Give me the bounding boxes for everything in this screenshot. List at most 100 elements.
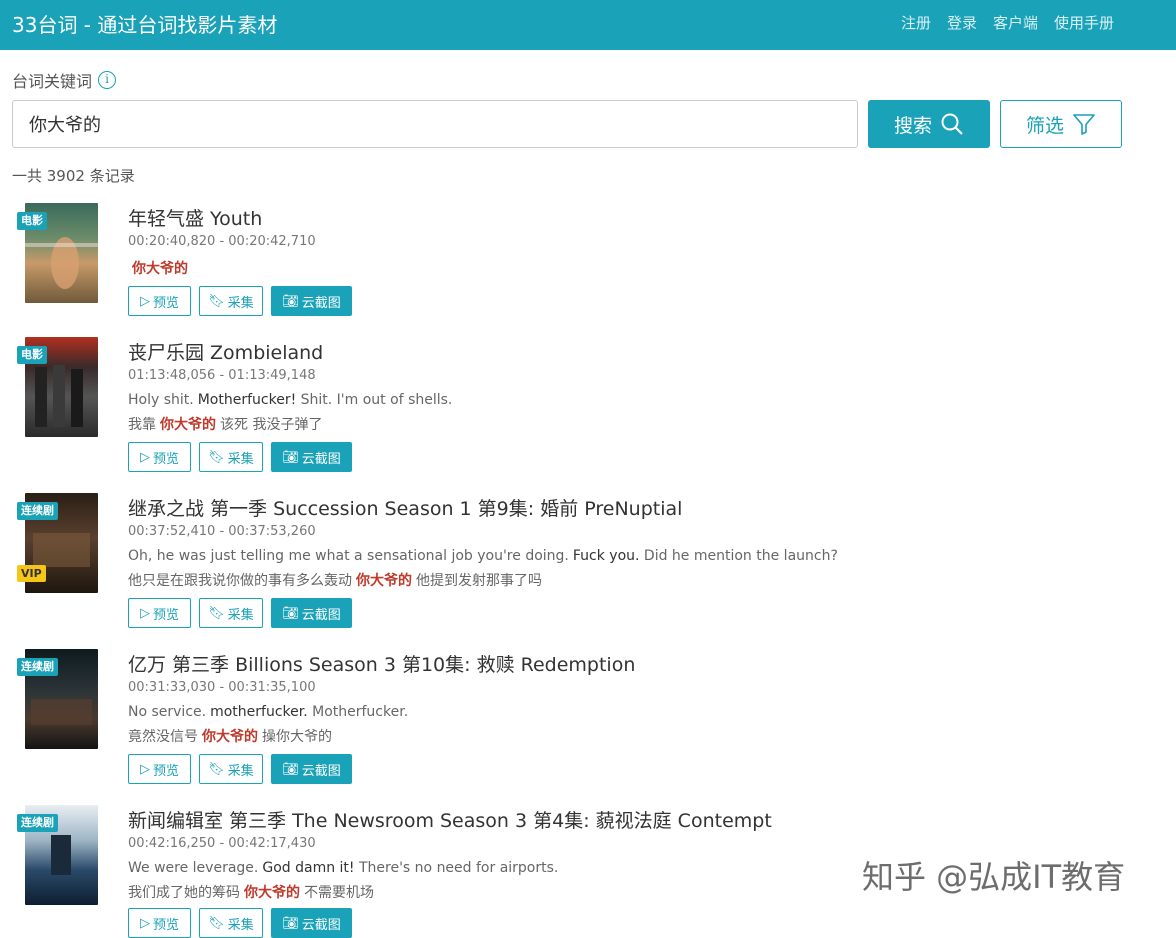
nav-manual[interactable]: 使用手册 [1054,12,1114,33]
preview-label: 预览 [152,917,179,933]
subtitle-en-pre: No service. [128,704,207,720]
type-badge: 电影 [17,212,47,230]
info-icon[interactable]: i [98,71,117,89]
result-title[interactable]: 年轻气盛 Youth [128,204,262,231]
search-button-label: 搜索 [893,114,932,137]
preview-button[interactable]: ▷ 预览 [128,286,191,316]
subtitle-en-pre: We were leverage. [128,860,259,876]
camera-icon: 📷︎ [282,915,299,931]
subtitle-zh: 我们成了她的筹码 你大爷的 不需要机场 [128,882,374,902]
preview-button[interactable]: ▷ 预览 [128,442,191,472]
subtitle-en-match: God damn it! [262,860,355,876]
screenshot-label: 云截图 [301,917,341,933]
collect-button[interactable]: 🔖︎ 采集 [199,598,263,628]
screenshot-label: 云截图 [301,451,341,467]
collect-label: 采集 [227,763,254,779]
keyword-label-text: 台词关键词 [12,72,93,91]
result-actions: ▷ 预览 🔖︎ 采集 📷︎ 云截图 [128,908,352,938]
subtitle-zh: 他只是在跟我说你做的事有多么轰动 你大爷的 他提到发射那事了吗 [128,570,542,590]
screenshot-label: 云截图 [301,763,341,779]
subtitle-en-post: There's no need for airports. [354,860,559,876]
subtitle-en-post: Shit. I'm out of shells. [296,392,453,408]
subtitle-zh-pre: 竟然没信号 [128,729,198,745]
screenshot-button[interactable]: 📷︎ 云截图 [271,908,352,938]
collect-label: 采集 [227,917,254,933]
type-badge: 连续剧 [17,502,58,520]
camera-icon: 📷︎ [282,293,299,309]
subtitle-en-match: motherfucker. [210,704,308,720]
collect-button[interactable]: 🔖︎ 采集 [199,908,263,938]
result-title[interactable]: 丧尸乐园 Zombieland [128,338,323,365]
collect-button[interactable]: 🔖︎ 采集 [199,286,263,316]
screenshot-button[interactable]: 📷︎ 云截图 [271,442,352,472]
top-bar: 33台词 - 通过台词找影片素材 注册 登录 客户端 使用手册 [0,0,1176,50]
camera-icon: 📷︎ [282,605,299,621]
keyword-highlight: 你大爷的 [132,261,188,277]
subtitle-zh-pre: 我靠 [128,417,156,433]
result-actions: ▷ 预览 🔖︎ 采集 📷︎ 云截图 [128,286,352,316]
preview-label: 预览 [152,451,179,467]
camera-icon: 📷︎ [282,449,299,465]
result-title[interactable]: 亿万 第三季 Billions Season 3 第10集: 救赎 Redemp… [128,650,635,677]
preview-label: 预览 [152,763,179,779]
nav-login[interactable]: 登录 [947,12,977,33]
type-badge: 连续剧 [17,658,58,676]
collect-label: 采集 [227,295,254,311]
collect-label: 采集 [227,607,254,623]
result-actions: ▷ 预览 🔖︎ 采集 📷︎ 云截图 [128,442,352,472]
filter-button-label: 筛选 [1025,114,1064,137]
top-nav: 注册 登录 客户端 使用手册 [901,12,1114,33]
filter-button[interactable]: 筛选 [1000,100,1122,148]
screenshot-button[interactable]: 📷︎ 云截图 [271,598,352,628]
keyword-highlight: 你大爷的 [356,573,412,589]
camera-icon: 📷︎ [282,761,299,777]
search-input[interactable] [12,100,858,148]
bookmark-icon: 🔖︎ [208,293,225,309]
nav-register[interactable]: 注册 [901,12,931,33]
screenshot-label: 云截图 [301,295,341,311]
bookmark-icon: 🔖︎ [208,605,225,621]
keyword-highlight: 你大爷的 [202,729,258,745]
result-count: 一共 3902 条记录 [12,167,135,185]
keyword-highlight: 你大爷的 [160,417,216,433]
subtitle-en: We were leverage. God damn it! There's no… [128,860,558,876]
search-icon [941,113,963,135]
preview-button[interactable]: ▷ 预览 [128,598,191,628]
site-brand[interactable]: 33台词 - 通过台词找影片素材 [12,9,277,38]
collect-button[interactable]: 🔖︎ 采集 [199,754,263,784]
subtitle-en-pre: Holy shit. [128,392,194,408]
subtitle-zh-post: 该死 我没子弹了 [220,417,323,433]
subtitle-en: No service. motherfucker. Motherfucker. [128,704,408,720]
keyword-label: 台词关键词 i [12,68,117,92]
preview-button[interactable]: ▷ 预览 [128,754,191,784]
type-badge: 连续剧 [17,814,58,832]
result-title[interactable]: 继承之战 第一季 Succession Season 1 第9集: 婚前 Pre… [128,494,682,521]
result-actions: ▷ 预览 🔖︎ 采集 📷︎ 云截图 [128,754,352,784]
result-time: 00:31:33,030 - 00:31:35,100 [128,680,316,695]
subtitle-en-match: Fuck you. [572,548,640,564]
collect-button[interactable]: 🔖︎ 采集 [199,442,263,472]
result-time: 00:20:40,820 - 00:20:42,710 [128,234,316,249]
result-actions: ▷ 预览 🔖︎ 采集 📷︎ 云截图 [128,598,352,628]
search-button[interactable]: 搜索 [868,100,990,148]
preview-label: 预览 [152,607,179,623]
subtitle-en-post: Did he mention the launch? [639,548,838,564]
filter-icon [1073,114,1095,135]
screenshot-button[interactable]: 📷︎ 云截图 [271,286,352,316]
nav-client[interactable]: 客户端 [993,12,1038,33]
subtitle-en-match: Motherfucker! [197,392,297,408]
play-icon: ▷ [139,293,150,309]
subtitle-zh: 竟然没信号 你大爷的 操你大爷的 [128,726,332,746]
bookmark-icon: 🔖︎ [208,449,225,465]
result-title[interactable]: 新闻编辑室 第三季 The Newsroom Season 3 第4集: 藐视法… [128,806,772,833]
subtitle-zh: 我靠 你大爷的 该死 我没子弹了 [128,414,322,434]
subtitle-en: Holy shit. Motherfucker! Shit. I'm out of… [128,392,452,408]
subtitle-zh-post: 他提到发射那事了吗 [416,573,542,589]
screenshot-label: 云截图 [301,607,341,623]
keyword-highlight: 你大爷的 [244,885,300,901]
screenshot-button[interactable]: 📷︎ 云截图 [271,754,352,784]
preview-button[interactable]: ▷ 预览 [128,908,191,938]
subtitle-zh: 你大爷的 [128,258,192,278]
subtitle-zh-post: 不需要机场 [304,885,374,901]
play-icon: ▷ [139,915,150,931]
